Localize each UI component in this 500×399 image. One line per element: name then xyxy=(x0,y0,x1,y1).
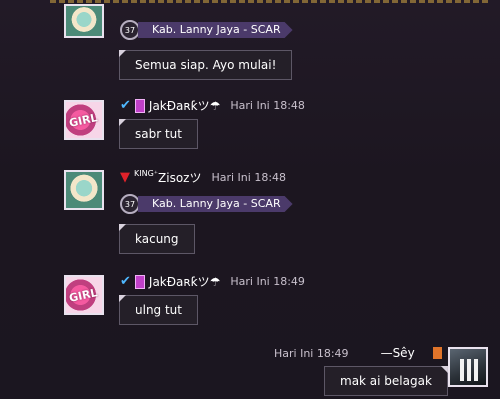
rank-flag-icon xyxy=(432,347,442,359)
rank-shield-icon: ✔ xyxy=(120,98,131,113)
vip-badge-icon xyxy=(134,98,145,113)
message-bubble[interactable]: Semua siap. Ayo mulai! xyxy=(119,50,293,80)
message-bubble[interactable]: kacung xyxy=(119,224,195,254)
message-header: ✔ JakĐaʀƙツ☂ Hari Ini 18:49 xyxy=(120,273,305,290)
guild-row: 37 Kab. Lanny Jaya - SCAR xyxy=(120,194,293,214)
avatar[interactable] xyxy=(64,4,104,38)
bars-logo-icon xyxy=(460,359,480,381)
wings-icon: ▼ xyxy=(120,170,130,185)
message-bubble[interactable]: sabr tut xyxy=(119,119,198,149)
timestamp: Hari Ini 18:48 xyxy=(211,171,287,184)
message-header: ▼ KING⁺Zisozツ Hari Ini 18:48 xyxy=(120,169,286,186)
avatar[interactable] xyxy=(448,347,488,387)
sender-name[interactable]: —Sêy xyxy=(381,346,415,360)
name-prefix: KING⁺ xyxy=(134,169,159,178)
rank-shield-icon: ✔ xyxy=(120,274,131,289)
avatar-label: GIRL xyxy=(67,111,99,130)
message-header: ✔ JakĐaʀƙツ☂ Hari Ini 18:48 xyxy=(120,97,305,114)
message-header: 37 Kab. Lanny Jaya - SCAR xyxy=(120,20,293,40)
avatar[interactable]: GIRL xyxy=(64,100,104,140)
message-bubble[interactable]: ulng tut xyxy=(119,295,198,325)
vip-badge-icon xyxy=(134,274,145,289)
timestamp: Hari Ini 18:48 xyxy=(230,99,305,112)
sender-name[interactable]: Zisozツ xyxy=(158,171,201,185)
avatar-label: GIRL xyxy=(67,286,99,305)
avatar[interactable] xyxy=(64,170,104,210)
timestamp: Hari Ini 18:49 xyxy=(274,346,349,360)
level-badge: 37 xyxy=(120,20,140,40)
sender-name[interactable]: JakĐaʀƙツ☂ xyxy=(149,273,220,290)
timestamp: Hari Ini 18:49 xyxy=(230,275,305,288)
avatar[interactable]: GIRL xyxy=(64,275,104,315)
level-badge: 37 xyxy=(120,194,140,214)
top-divider xyxy=(50,0,490,3)
message-bubble[interactable]: mak ai belagak xyxy=(324,366,448,396)
sender-name[interactable]: JakĐaʀƙツ☂ xyxy=(149,97,220,114)
message-header: Hari Ini 18:49 —Sêy xyxy=(274,346,442,360)
guild-tag[interactable]: Kab. Lanny Jaya - SCAR xyxy=(138,22,293,38)
guild-tag[interactable]: Kab. Lanny Jaya - SCAR xyxy=(138,196,293,212)
